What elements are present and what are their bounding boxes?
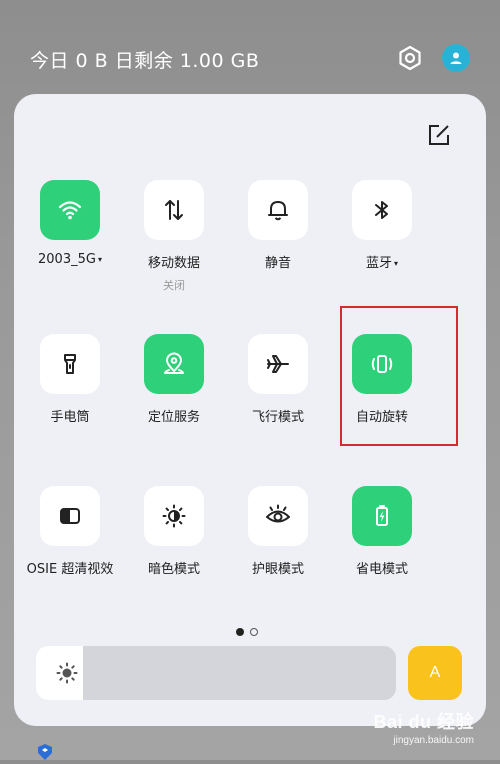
brightness-slider-fill	[36, 646, 83, 700]
tile-label: 蓝牙	[365, 256, 392, 271]
tile-bluetooth[interactable]: 蓝牙 ▾	[330, 180, 434, 271]
tile-label: 护眼模式	[251, 562, 304, 577]
tile-label: 飞行模式	[251, 410, 304, 425]
tile-dark-mode[interactable]: 暗色模式	[122, 486, 226, 577]
tile-sublabel: 关闭	[163, 279, 185, 292]
tile-toggle-button[interactable]	[40, 486, 100, 546]
auto-brightness-button[interactable]: A	[408, 646, 462, 700]
tile-toggle-button[interactable]	[144, 486, 204, 546]
tile-label: 2003_5G	[38, 252, 96, 267]
tile-toggle-button[interactable]	[40, 334, 100, 394]
tile-flashlight[interactable]: 手电筒	[18, 334, 122, 425]
data-usage-text: 今日 0 B 日剩余 1.00 GB	[30, 50, 260, 72]
mobile-data-icon	[161, 197, 187, 223]
brightness-slider[interactable]	[36, 646, 396, 700]
watermark-brand: Bai du 经验	[373, 712, 474, 732]
edit-icon[interactable]	[428, 124, 450, 146]
tile-toggle-button[interactable]	[248, 486, 308, 546]
page-dot-2[interactable]	[250, 628, 258, 636]
flashlight-icon	[57, 351, 83, 377]
bell-icon	[265, 197, 291, 223]
bluetooth-icon	[369, 197, 395, 223]
brightness-sun-icon	[56, 662, 78, 684]
tile-toggle-button[interactable]	[352, 180, 412, 240]
tile-label: OSIE 超清视效	[26, 562, 114, 577]
tile-label: 移动数据	[147, 256, 200, 271]
tile-toggle-button[interactable]	[352, 486, 412, 546]
highlight-annotation-box	[340, 306, 458, 446]
settings-gear-icon[interactable]	[396, 44, 424, 72]
dropdown-caret-icon[interactable]: ▾	[98, 255, 102, 264]
dark-mode-icon	[161, 503, 187, 529]
tile-toggle-button[interactable]	[40, 180, 100, 240]
tile-mobile-data[interactable]: 移动数据 关闭	[122, 180, 226, 293]
tile-label: 手电筒	[50, 410, 90, 425]
tile-eye[interactable]: 护眼模式	[226, 486, 330, 577]
tile-label: 定位服务	[147, 410, 200, 425]
tile-label: 暗色模式	[147, 562, 200, 577]
eye-icon	[264, 503, 292, 529]
page-indicator	[236, 628, 258, 636]
quick-settings-panel: 2003_5G ▾ 移动数据 关闭 静音 蓝牙 ▾ 手电筒 定位服务 飞行模式 自动旋转 OSIE 超…	[14, 94, 486, 726]
dropdown-caret-icon[interactable]: ▾	[394, 259, 398, 268]
tile-airplane[interactable]: 飞行模式	[226, 334, 330, 425]
tile-battery-saver[interactable]: 省电模式	[330, 486, 434, 577]
tile-toggle-button[interactable]	[248, 180, 308, 240]
watermark-url: jingyan.baidu.com	[393, 735, 474, 746]
tile-bell[interactable]: 静音	[226, 180, 330, 271]
tile-toggle-button[interactable]	[144, 334, 204, 394]
tile-location[interactable]: 定位服务	[122, 334, 226, 425]
tile-toggle-button[interactable]	[144, 180, 204, 240]
page-dot-1[interactable]	[236, 628, 244, 636]
tile-label: 省电模式	[355, 562, 408, 577]
battery-saver-icon	[369, 503, 395, 529]
tile-label: 静音	[264, 256, 291, 271]
account-avatar-icon[interactable]	[442, 44, 470, 72]
osie-icon	[57, 503, 83, 529]
notification-app-icon	[38, 744, 52, 760]
location-icon	[161, 351, 187, 377]
tile-wifi[interactable]: 2003_5G ▾	[18, 180, 122, 267]
tile-osie[interactable]: OSIE 超清视效	[18, 486, 122, 577]
tile-toggle-button[interactable]	[248, 334, 308, 394]
baidu-watermark: Bai du 经验 jingyan.baidu.com	[373, 708, 474, 746]
airplane-icon	[265, 351, 291, 377]
wifi-icon	[57, 197, 83, 223]
